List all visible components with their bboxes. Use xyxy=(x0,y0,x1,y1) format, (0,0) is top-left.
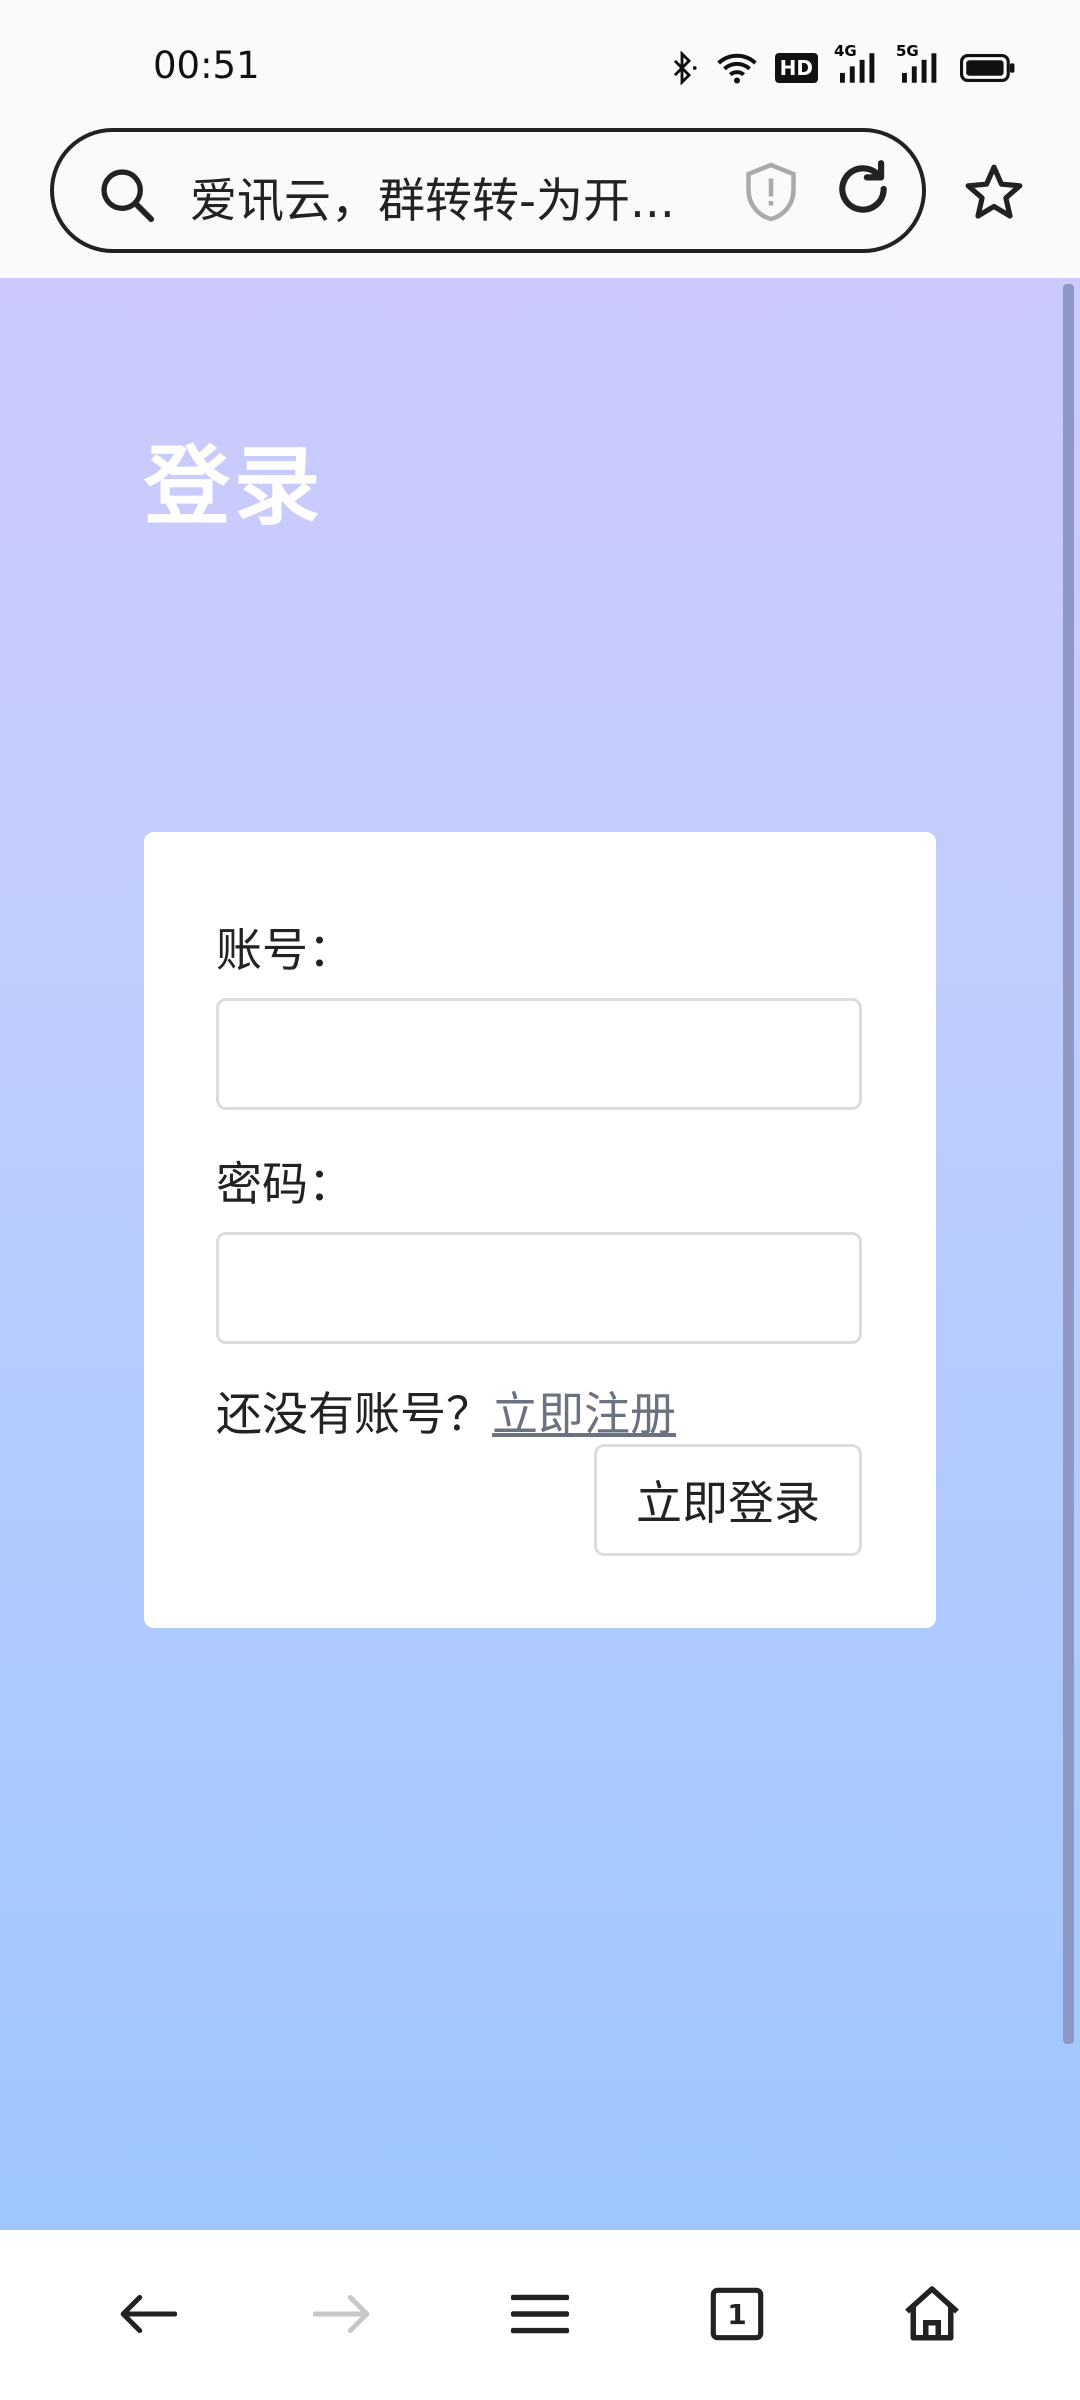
page-title: 登录 xyxy=(144,437,324,537)
home-icon[interactable] xyxy=(900,2282,964,2346)
password-input[interactable] xyxy=(216,1232,862,1344)
address-text[interactable]: 爱讯云，群转转-为开... xyxy=(190,162,675,231)
account-label: 账号： xyxy=(216,923,354,977)
register-link[interactable]: 立即注册 xyxy=(492,1387,676,1441)
tab-count: 1 xyxy=(727,2297,747,2331)
shield-icon[interactable] xyxy=(744,162,798,226)
page-scrollbar[interactable] xyxy=(1063,284,1074,2044)
register-hint: 还没有账号？立即注册 xyxy=(216,1378,676,1444)
address-bar[interactable]: 爱讯云，群转转-为开... xyxy=(50,128,926,253)
signal-4g-icon: 4G xyxy=(834,42,880,86)
star-icon[interactable] xyxy=(962,162,1026,228)
register-prompt: 还没有账号？ xyxy=(216,1387,492,1441)
login-card: 账号： 密码： 还没有账号？立即注册 立即登录 xyxy=(144,832,936,1628)
status-time: 00:51 xyxy=(153,44,260,87)
signal-4g-label: 4G xyxy=(834,42,857,60)
bottom-nav: 1 xyxy=(0,2230,1080,2400)
reload-icon[interactable] xyxy=(832,158,894,224)
web-page: 登录 账号： 密码： 还没有账号？立即注册 立即登录 xyxy=(0,278,1080,2230)
tabs-icon[interactable]: 1 xyxy=(705,2282,769,2346)
login-button[interactable]: 立即登录 xyxy=(594,1444,862,1556)
hd-icon: HD xyxy=(774,53,818,83)
wifi-icon xyxy=(716,51,757,85)
status-bar: 00:51 HD 4G 5G xyxy=(0,0,1080,128)
forward-icon[interactable] xyxy=(310,2282,374,2346)
browser-toolbar: 爱讯云，群转转-为开... xyxy=(0,128,1080,278)
status-icons: HD 4G 5G xyxy=(665,42,1016,88)
search-icon xyxy=(98,166,156,228)
battery-icon xyxy=(960,53,1016,83)
signal-5g-icon: 5G xyxy=(896,42,942,86)
back-icon[interactable] xyxy=(116,2282,180,2346)
bluetooth-icon xyxy=(665,51,699,85)
password-label: 密码： xyxy=(216,1157,354,1211)
menu-icon[interactable] xyxy=(508,2282,572,2346)
signal-5g-label: 5G xyxy=(896,42,919,60)
account-input[interactable] xyxy=(216,998,862,1110)
